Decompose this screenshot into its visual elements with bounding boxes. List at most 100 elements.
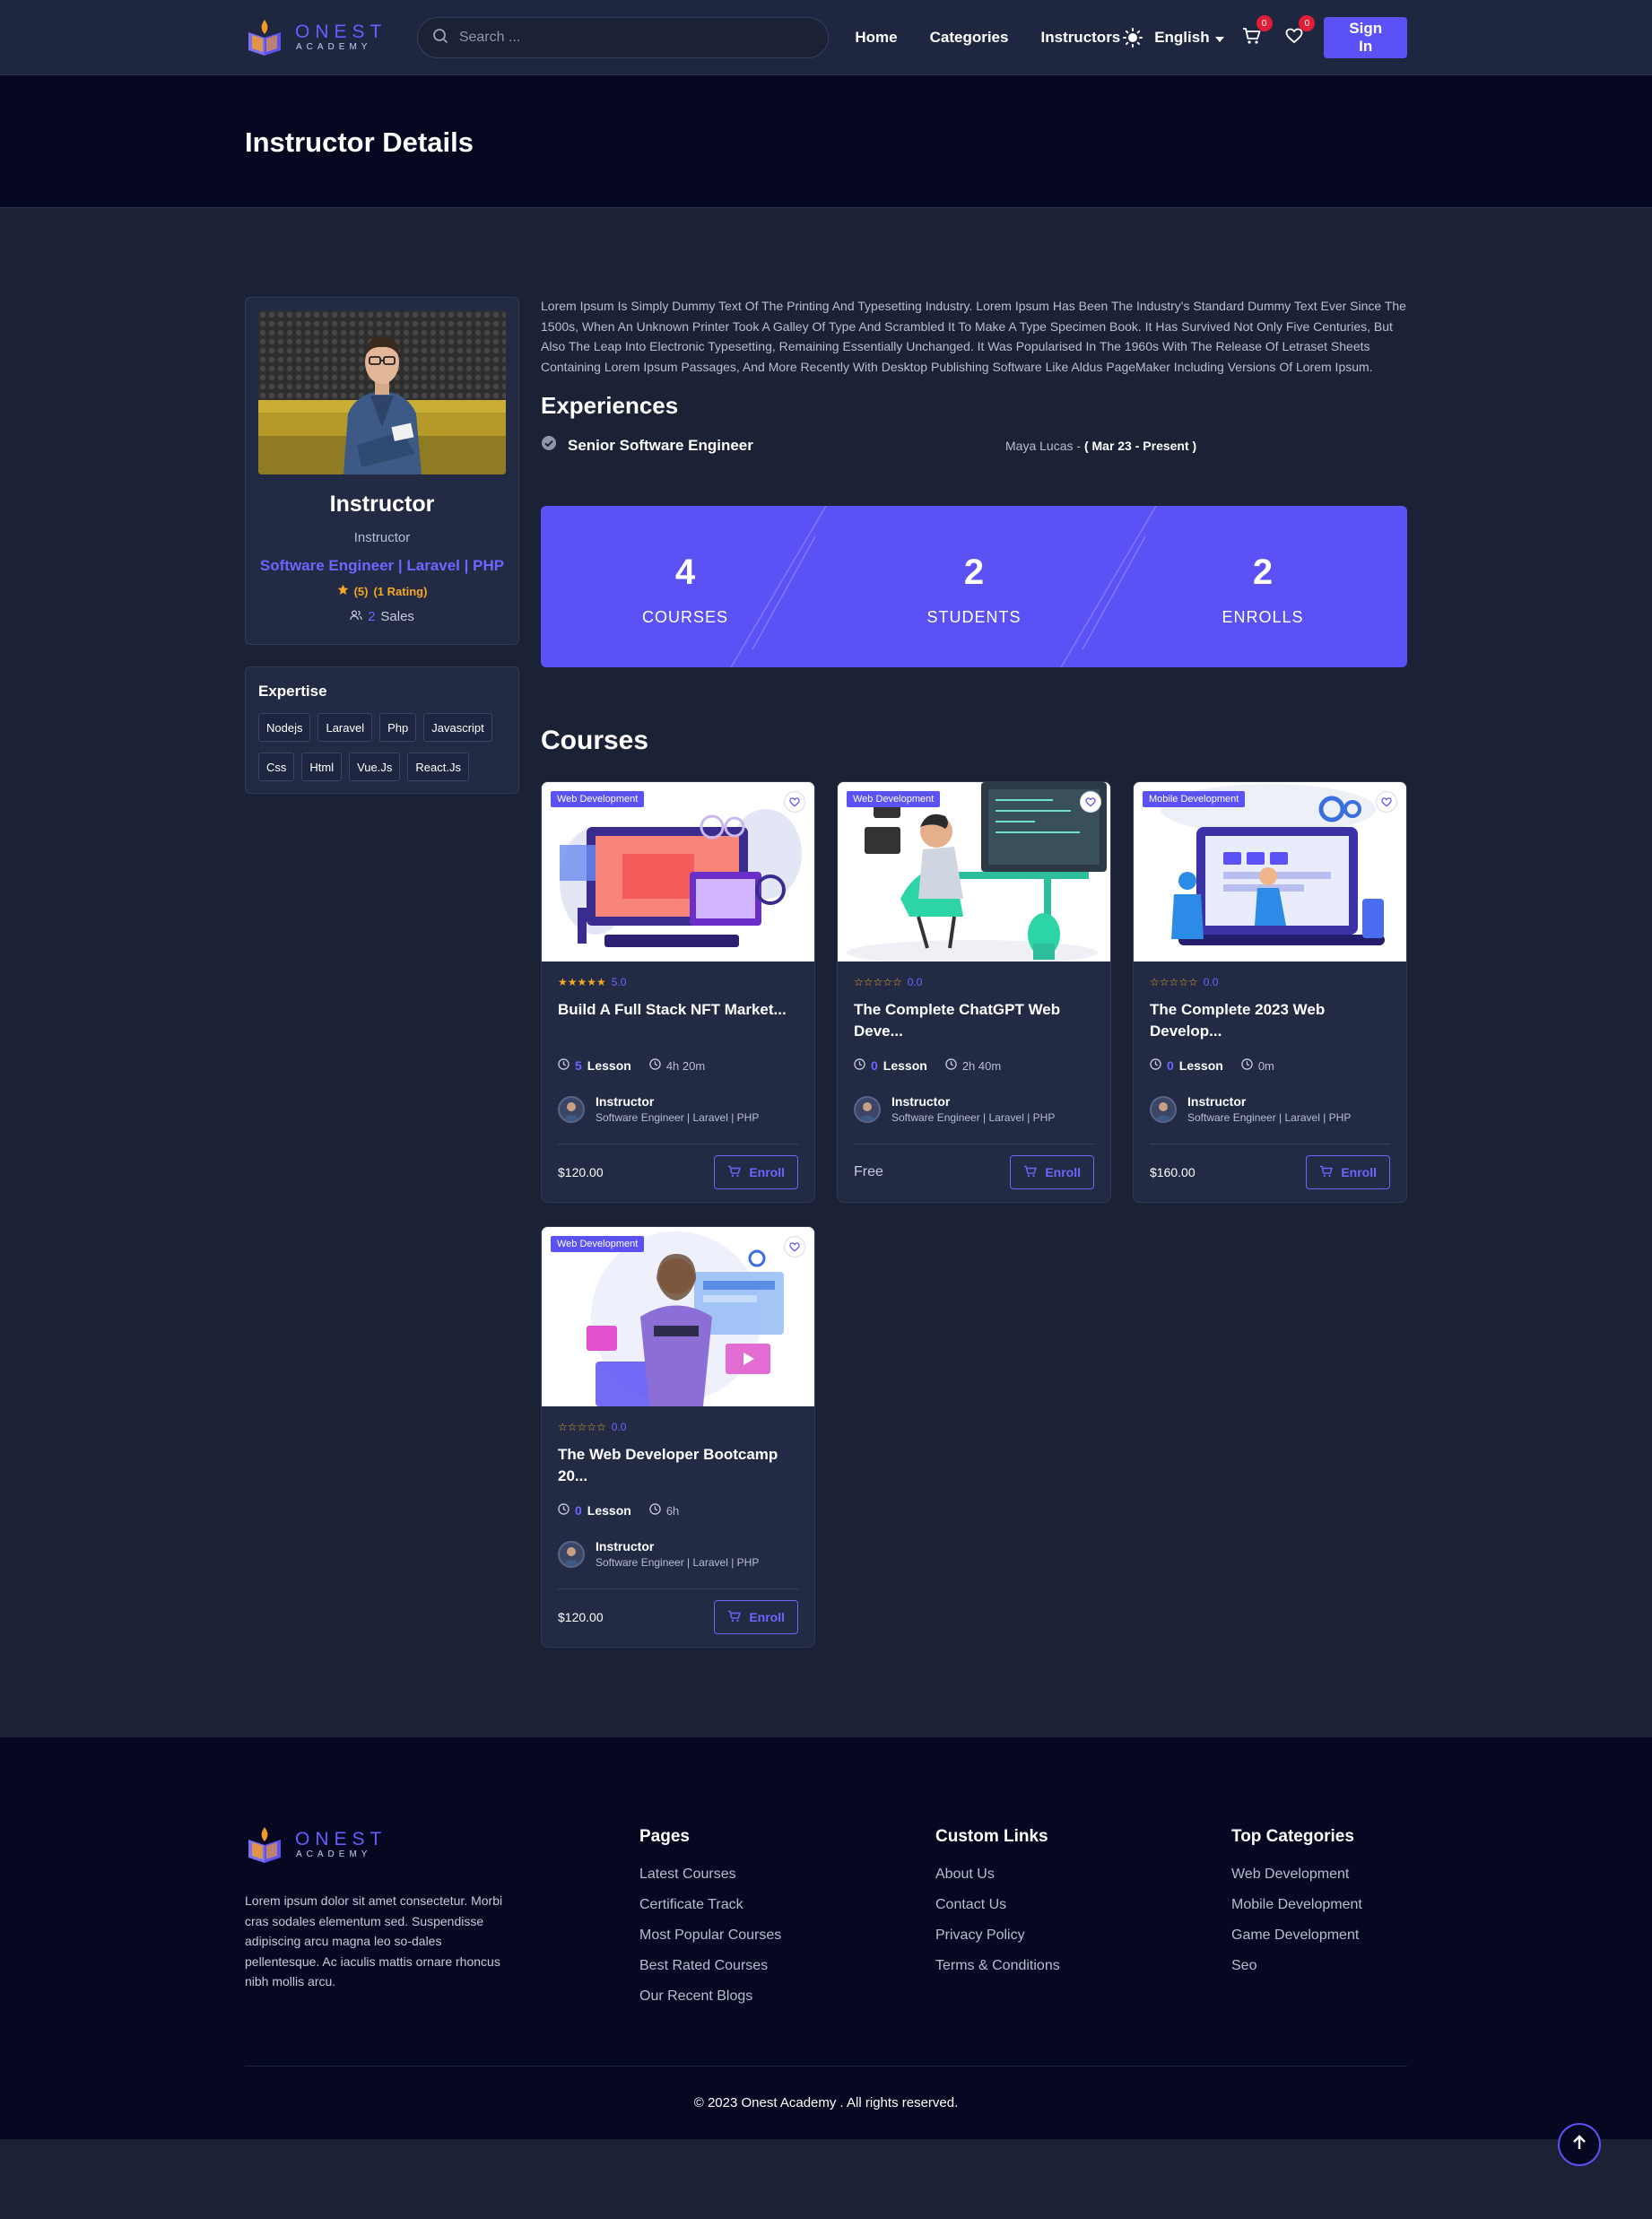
- course-rating: ☆☆☆☆☆ 0.0: [558, 1421, 798, 1433]
- lesson-count: 0: [575, 1503, 582, 1518]
- footer-link[interactable]: Certificate Track: [639, 1897, 935, 1913]
- course-rating-value: 0.0: [907, 976, 923, 988]
- instructor-name: Instructor: [596, 1539, 655, 1553]
- course-instructor: Instructor Software Engineer | Laravel |…: [558, 1094, 798, 1144]
- cart-icon: [1319, 1165, 1334, 1180]
- expertise-tag: Nodejs: [258, 713, 311, 742]
- clock-icon: [1241, 1058, 1253, 1073]
- course-thumbnail[interactable]: Web Development: [542, 782, 814, 962]
- expertise-tag: Css: [258, 753, 295, 781]
- expertise-tags: Nodejs Laravel Php Javascript Css Html V…: [258, 713, 506, 781]
- wishlist-button[interactable]: 0: [1282, 15, 1316, 51]
- lesson-count: 0: [1167, 1058, 1174, 1073]
- instructor-bio: Lorem Ipsum Is Simply Dummy Text Of The …: [541, 299, 1406, 374]
- instructor-sales: 2 Sales: [258, 609, 506, 624]
- copyright: © 2023 Onest Academy . All rights reserv…: [693, 2095, 959, 2110]
- instructor-details: Lorem Ipsum Is Simply Dummy Text Of The …: [541, 297, 1407, 1648]
- instructor-specialty: Software Engineer | Laravel | PHP: [259, 557, 505, 574]
- duration-value: 4h 20m: [665, 1058, 706, 1073]
- enroll-label: Enroll: [749, 1165, 785, 1179]
- course-title[interactable]: Build A Full Stack NFT Market...: [558, 999, 798, 1048]
- lesson-count: 0: [871, 1058, 878, 1073]
- footer-col-title: Top Categories: [1231, 1827, 1354, 1846]
- wishlist-count-badge: 0: [1299, 15, 1316, 31]
- course-card[interactable]: Web Development: [837, 781, 1111, 1203]
- cart-button[interactable]: 0: [1239, 15, 1273, 51]
- stars-icon: ★★★★★: [558, 976, 606, 988]
- enroll-button[interactable]: Enroll: [714, 1155, 798, 1189]
- enroll-button[interactable]: Enroll: [1306, 1155, 1390, 1189]
- theme-toggle-sun-icon[interactable]: [1120, 25, 1145, 50]
- instructor-name: Instructor: [329, 492, 435, 517]
- footer-link[interactable]: Privacy Policy: [935, 1927, 1231, 1944]
- course-thumbnail[interactable]: Web Development: [542, 1227, 814, 1406]
- course-title[interactable]: The Complete ChatGPT Web Deve...: [854, 999, 1094, 1048]
- footer-link[interactable]: Most Popular Courses: [639, 1927, 935, 1944]
- language-select[interactable]: English: [1154, 29, 1224, 47]
- footer-logo[interactable]: ONEST ACADEMY: [245, 1825, 410, 1865]
- footer-link[interactable]: Terms & Conditions: [935, 1958, 1231, 1974]
- footer-link[interactable]: Seo: [1231, 1958, 1407, 1974]
- sign-in-button[interactable]: Sign In: [1324, 17, 1407, 58]
- footer-link[interactable]: Our Recent Blogs: [639, 1988, 935, 2005]
- course-title[interactable]: The Complete 2023 Web Develop...: [1150, 999, 1390, 1048]
- course-title[interactable]: The Web Developer Bootcamp 20...: [558, 1444, 798, 1492]
- rating-value: (5): [353, 584, 369, 598]
- course-lessons: 0 Lesson: [558, 1503, 631, 1518]
- footer-link[interactable]: Game Development: [1231, 1927, 1407, 1944]
- sales-label: Sales: [380, 609, 414, 624]
- language-label: English: [1154, 29, 1210, 46]
- clock-icon: [558, 1058, 570, 1073]
- avatar: [854, 1095, 881, 1123]
- page-title: Instructor Details: [245, 126, 474, 158]
- check-circle-icon: [541, 435, 557, 456]
- footer-link[interactable]: About Us: [935, 1867, 1231, 1883]
- course-card[interactable]: Mobile Development ☆☆☆☆☆ 0.0 The Complet…: [1133, 781, 1407, 1203]
- course-thumbnail[interactable]: Mobile Development: [1134, 782, 1406, 962]
- site-logo[interactable]: ONEST ACADEMY: [245, 18, 410, 57]
- footer-col-title: Custom Links: [935, 1827, 1048, 1846]
- footer-link[interactable]: Latest Courses: [639, 1867, 935, 1883]
- logo-sub: ACADEMY: [296, 42, 372, 52]
- expertise-tag: Html: [301, 753, 343, 781]
- search-input[interactable]: [458, 30, 814, 46]
- stat-label: COURSES: [641, 608, 728, 626]
- search-box: [416, 17, 830, 58]
- enroll-button[interactable]: Enroll: [1010, 1155, 1094, 1189]
- course-instructor: Instructor Software Engineer | Laravel |…: [558, 1539, 798, 1589]
- page-banner: Instructor Details: [0, 75, 1652, 208]
- footer-link[interactable]: Contact Us: [935, 1897, 1231, 1913]
- experience-title: Senior Software Engineer: [568, 436, 753, 454]
- scroll-to-top-button[interactable]: [1558, 2123, 1601, 2166]
- wishlist-heart-icon[interactable]: [784, 791, 805, 813]
- course-card[interactable]: Web Development: [541, 781, 815, 1203]
- footer-link[interactable]: Mobile Development: [1231, 1897, 1407, 1913]
- footer-link[interactable]: Best Rated Courses: [639, 1958, 935, 1974]
- course-instructor: Instructor Software Engineer | Laravel |…: [1150, 1094, 1390, 1144]
- stars-outline-icon: ☆☆☆☆☆: [1150, 976, 1198, 988]
- course-thumbnail[interactable]: Web Development: [838, 782, 1110, 962]
- experience-period: ( Mar 23 - Present ): [1083, 438, 1197, 453]
- course-duration: 0m: [1241, 1058, 1274, 1073]
- wishlist-heart-icon[interactable]: [1080, 791, 1101, 813]
- enroll-button[interactable]: Enroll: [714, 1600, 798, 1634]
- enroll-label: Enroll: [1045, 1165, 1081, 1179]
- nav-categories[interactable]: Categories: [930, 29, 1009, 47]
- course-rating-value: 0.0: [1203, 976, 1219, 988]
- instructor-role: Instructor: [353, 530, 411, 545]
- avatar: [558, 1095, 585, 1123]
- users-icon: [350, 609, 362, 624]
- nav-instructors[interactable]: Instructors: [1040, 29, 1120, 47]
- clock-icon: [945, 1058, 957, 1073]
- course-card[interactable]: Web Development: [541, 1226, 815, 1648]
- heart-icon: [1285, 28, 1303, 48]
- logo-sub: ACADEMY: [296, 1849, 372, 1859]
- footer-pages: Pages Latest Courses Certificate Track M…: [639, 1825, 935, 2019]
- wishlist-heart-icon[interactable]: [784, 1236, 805, 1257]
- stat-value: 2: [1252, 553, 1274, 592]
- cart-icon: [1242, 27, 1262, 49]
- wishlist-heart-icon[interactable]: [1376, 791, 1397, 813]
- footer-link[interactable]: Web Development: [1231, 1867, 1407, 1883]
- nav-home[interactable]: Home: [855, 29, 897, 47]
- search-icon[interactable]: [432, 28, 448, 48]
